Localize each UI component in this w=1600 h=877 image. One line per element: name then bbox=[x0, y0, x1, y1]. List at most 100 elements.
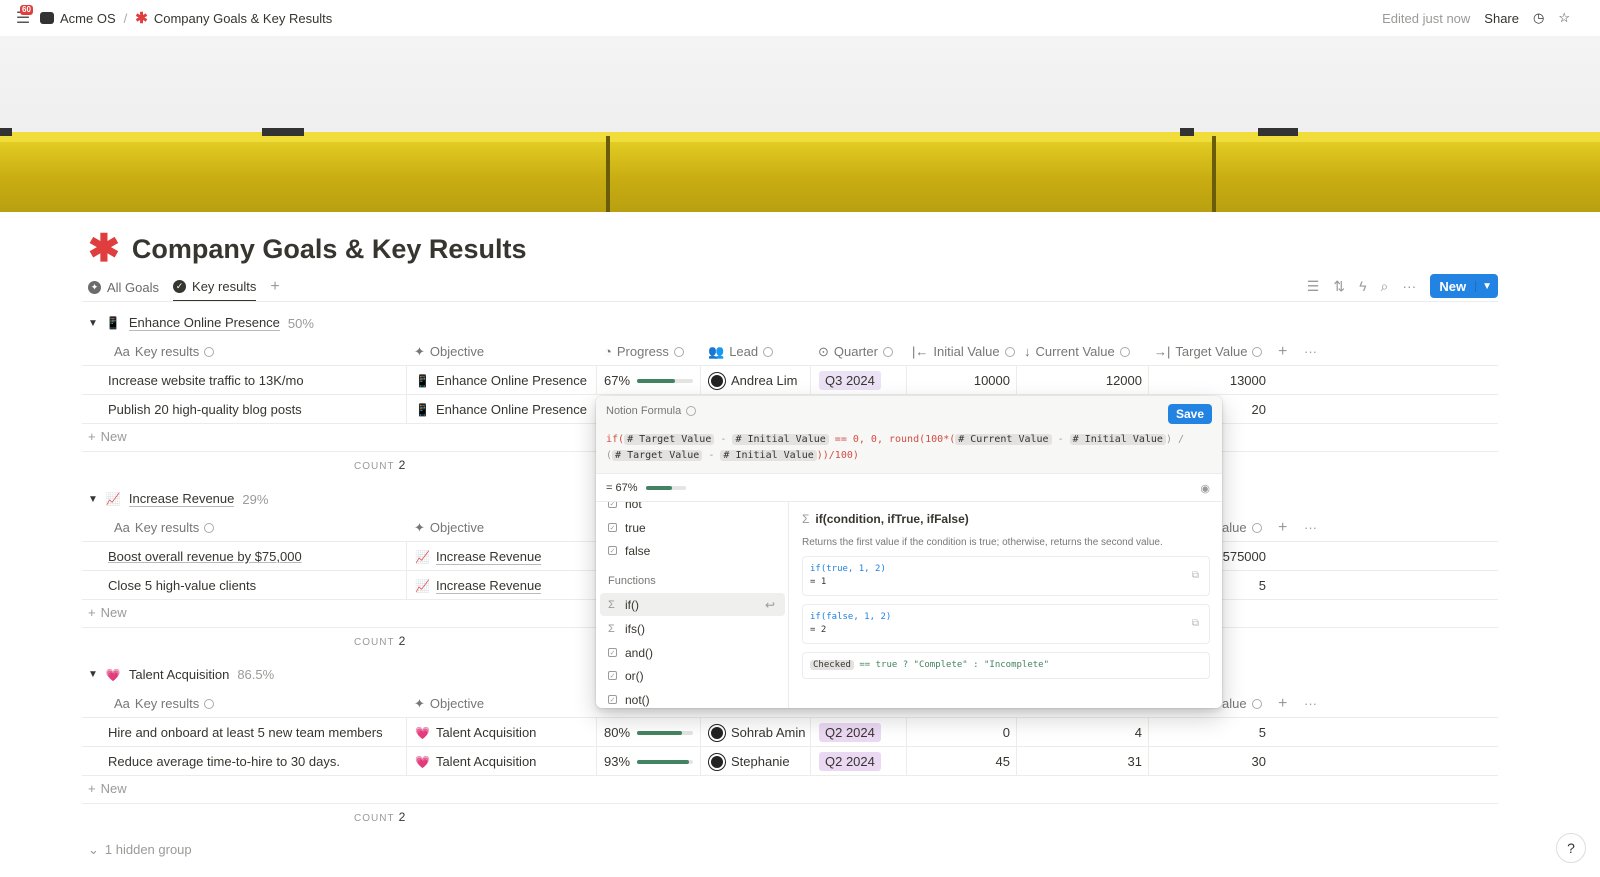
copy-icon[interactable]: ⧉ bbox=[1192, 617, 1199, 630]
sidebar-menu-button[interactable]: ☰ 60 bbox=[12, 5, 34, 29]
page-asterisk-icon[interactable]: ✱ bbox=[88, 230, 120, 268]
table-row[interactable]: Reduce average time-to-hire to 30 days. … bbox=[82, 747, 1498, 776]
cell-initial-value[interactable]: 10000 bbox=[906, 366, 1016, 395]
new-row-button[interactable]: + New bbox=[88, 605, 127, 620]
list-item[interactable]: ✓ not bbox=[600, 502, 785, 515]
col-current-value[interactable]: ↓ Current Value bbox=[1024, 337, 1130, 366]
info-icon bbox=[1251, 522, 1262, 533]
group-header[interactable]: ▼ 💗 Talent Acquisition 86.5% bbox=[88, 667, 274, 682]
col-key-results[interactable]: Aa Key results bbox=[114, 689, 215, 718]
triangle-down-icon[interactable]: ▼ bbox=[88, 494, 98, 505]
cell-objective[interactable]: 💗 Talent Acquisition bbox=[406, 718, 596, 747]
more-icon[interactable]: ··· bbox=[1402, 278, 1416, 294]
col-key-results[interactable]: Aa Key results bbox=[114, 513, 215, 542]
formula-input[interactable]: if(# Target Value - # Initial Value == 0… bbox=[606, 432, 1206, 464]
add-view-icon[interactable]: + bbox=[270, 278, 279, 296]
cell-current-value[interactable]: 12000 bbox=[1016, 366, 1148, 395]
triangle-down-icon[interactable]: ▼ bbox=[88, 669, 98, 680]
eye-icon[interactable]: ◉ bbox=[1200, 482, 1210, 495]
cell-quarter[interactable]: Q2 2024 bbox=[810, 718, 906, 747]
count-summary[interactable]: COUNT 2 bbox=[354, 810, 405, 824]
cell-target-value[interactable]: 13000 bbox=[1148, 366, 1272, 395]
breadcrumb-workspace[interactable]: Acme OS bbox=[60, 11, 116, 26]
list-item[interactable]: Σif() ↩ bbox=[600, 593, 785, 616]
cell-objective[interactable]: 📈 Increase Revenue bbox=[406, 571, 596, 600]
chevron-down-icon[interactable]: ▼ bbox=[1475, 280, 1498, 292]
new-row-button[interactable]: + New bbox=[88, 429, 127, 444]
col-initial-value[interactable]: |← Initial Value bbox=[912, 337, 1015, 366]
cell-quarter[interactable]: Q2 2024 bbox=[810, 747, 906, 776]
filter-icon[interactable]: ☰ bbox=[1307, 278, 1320, 295]
count-summary[interactable]: COUNT 2 bbox=[354, 634, 405, 648]
table-row[interactable]: Hire and onboard at least 5 new team mem… bbox=[82, 718, 1498, 747]
cell-lead[interactable]: Sohrab Amin bbox=[700, 718, 810, 747]
list-item[interactable]: ✓ or() bbox=[600, 664, 785, 687]
col-target-value[interactable]: →| Target Value bbox=[1154, 337, 1263, 366]
cell-target-value[interactable]: 30 bbox=[1148, 747, 1272, 776]
hidden-groups-toggle[interactable]: ⌄ 1 hidden group bbox=[88, 842, 192, 858]
cell-current-value[interactable]: 4 bbox=[1016, 718, 1148, 747]
more-icon[interactable]: ··· bbox=[1304, 337, 1317, 366]
help-icon[interactable]: ? bbox=[1556, 833, 1586, 863]
add-column-icon[interactable]: + bbox=[1278, 337, 1287, 366]
cell-key-result[interactable]: Boost overall revenue by $75,000 bbox=[108, 542, 302, 571]
cell-key-result[interactable]: Increase website traffic to 13K/mo bbox=[108, 366, 304, 395]
cell-initial-value[interactable]: 0 bbox=[906, 718, 1016, 747]
tab-key-results[interactable]: ✓ Key results bbox=[173, 272, 257, 302]
list-item[interactable]: Σifs() bbox=[600, 617, 785, 640]
search-icon[interactable]: ⌕ bbox=[1381, 278, 1389, 295]
new-button[interactable]: New ▼ bbox=[1430, 274, 1498, 298]
save-button[interactable]: Save bbox=[1167, 404, 1212, 424]
cell-current-value[interactable]: 31 bbox=[1016, 747, 1148, 776]
group-header[interactable]: ▼ 📱 Enhance Online Presence 50% bbox=[88, 315, 314, 331]
list-item[interactable]: ✓ false bbox=[600, 539, 785, 562]
sort-icon[interactable]: ⇅ bbox=[1333, 278, 1345, 295]
triangle-down-icon[interactable]: ▼ bbox=[88, 318, 98, 329]
col-target-value[interactable]: alue bbox=[1222, 513, 1262, 542]
formula-suggestion-list[interactable]: ✓ not ✓ true ✓ false Functions Σif() ↩ Σifs(… bbox=[596, 502, 789, 708]
add-column-icon[interactable]: + bbox=[1278, 689, 1287, 718]
col-progress[interactable]: ◔ Progress bbox=[604, 337, 684, 366]
more-icon[interactable]: ··· bbox=[1304, 689, 1317, 718]
new-row-button[interactable]: + New bbox=[88, 781, 127, 796]
favorite-star-icon[interactable]: ☆ bbox=[1558, 10, 1570, 26]
col-quarter[interactable]: ⊙ Quarter bbox=[818, 337, 893, 366]
list-item[interactable]: ✓ not() bbox=[600, 688, 785, 708]
col-objective[interactable]: ✦ Objective bbox=[414, 337, 484, 366]
cell-key-result[interactable]: Close 5 high-value clients bbox=[108, 571, 256, 600]
col-lead[interactable]: 👥 Lead bbox=[708, 337, 774, 366]
cell-lead[interactable]: Stephanie bbox=[700, 747, 810, 776]
cell-initial-value[interactable]: 45 bbox=[906, 747, 1016, 776]
col-label: alue bbox=[1222, 520, 1247, 535]
col-objective[interactable]: ✦ Objective bbox=[414, 513, 484, 542]
count-summary[interactable]: COUNT 2 bbox=[354, 458, 405, 472]
cell-objective[interactable]: 💗 Talent Acquisition bbox=[406, 747, 596, 776]
cell-objective[interactable]: 📱 Enhance Online Presence bbox=[406, 366, 596, 395]
col-target-value[interactable]: alue bbox=[1222, 689, 1262, 718]
cell-key-result[interactable]: Hire and onboard at least 5 new team mem… bbox=[108, 718, 383, 747]
col-objective[interactable]: ✦ Objective bbox=[414, 689, 484, 718]
list-item[interactable]: ✓ and() bbox=[600, 641, 785, 664]
page-title[interactable]: Company Goals & Key Results bbox=[132, 234, 527, 265]
col-key-results[interactable]: Aa Key results bbox=[114, 337, 215, 366]
cell-quarter[interactable]: Q3 2024 bbox=[810, 366, 906, 395]
list-item[interactable]: ✓ true bbox=[600, 516, 785, 539]
help-icon[interactable] bbox=[686, 406, 697, 416]
cell-key-result[interactable]: Reduce average time-to-hire to 30 days. bbox=[108, 747, 340, 776]
breadcrumb-page[interactable]: Company Goals & Key Results bbox=[154, 11, 332, 26]
cell-objective[interactable]: 📈 Increase Revenue bbox=[406, 542, 596, 571]
add-column-icon[interactable]: + bbox=[1278, 513, 1287, 542]
share-button[interactable]: Share bbox=[1484, 11, 1519, 26]
group-header[interactable]: ▼ 📈 Increase Revenue 29% bbox=[88, 491, 268, 507]
table-row[interactable]: Increase website traffic to 13K/mo 📱 Enha… bbox=[82, 366, 1498, 395]
history-icon[interactable]: ◷ bbox=[1533, 10, 1544, 26]
automation-icon[interactable]: ϟ bbox=[1359, 278, 1366, 294]
cell-key-result[interactable]: Publish 20 high-quality blog posts bbox=[108, 395, 302, 424]
cell-lead[interactable]: Andrea Lim bbox=[700, 366, 810, 395]
cell-progress: 67% bbox=[596, 366, 700, 395]
tab-all-goals[interactable]: ✦ All Goals bbox=[88, 272, 159, 302]
cell-target-value[interactable]: 5 bbox=[1148, 718, 1272, 747]
cell-objective[interactable]: 📱 Enhance Online Presence bbox=[406, 395, 596, 424]
more-icon[interactable]: ··· bbox=[1304, 513, 1317, 542]
copy-icon[interactable]: ⧉ bbox=[1192, 569, 1199, 582]
